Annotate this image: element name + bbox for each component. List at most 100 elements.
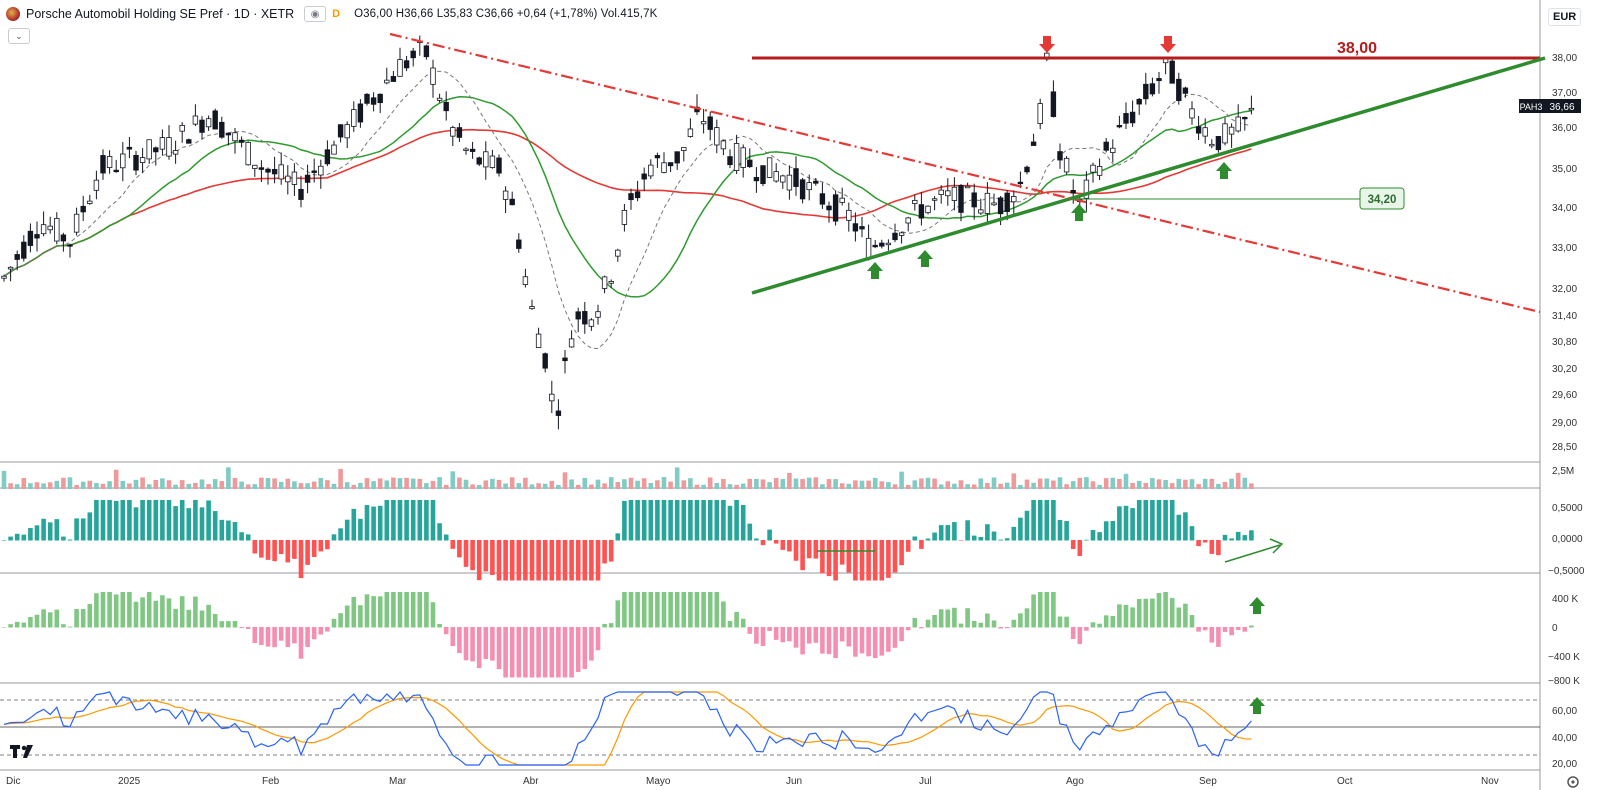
- oscillator-bar: [1136, 599, 1142, 628]
- macd-bar: [806, 540, 812, 559]
- oscillator-bar: [1, 627, 7, 628]
- candle-up: [146, 139, 152, 160]
- candle-up: [1222, 123, 1228, 144]
- macd-bar: [193, 500, 198, 541]
- macd-bar: [1110, 520, 1116, 541]
- volume-bar: [1222, 481, 1228, 489]
- macd-bar: [325, 540, 330, 550]
- candle-down: [298, 188, 304, 200]
- volume-bars: [1, 467, 1254, 489]
- candle-up: [318, 165, 324, 176]
- settings-gear-icon[interactable]: [1567, 776, 1579, 788]
- macd-bar: [34, 525, 40, 541]
- macd-bar: [886, 540, 891, 578]
- candle-up: [588, 319, 595, 327]
- macd-bar: [232, 522, 238, 541]
- volume-bar: [364, 478, 370, 489]
- macd-bar: [622, 500, 627, 541]
- volume-bar: [371, 481, 376, 489]
- candle-up: [720, 140, 727, 150]
- volume-bar: [206, 484, 211, 489]
- candle-down: [80, 205, 86, 213]
- macd-trend-arrow[interactable]: [1224, 544, 1281, 563]
- candle-up: [925, 205, 931, 214]
- oscillator-bar: [985, 613, 990, 628]
- oscillator-bar: [542, 627, 548, 678]
- macd-bar: [404, 500, 409, 541]
- volume-bar: [661, 477, 667, 489]
- macd-bar: [470, 540, 475, 571]
- volume-bar: [476, 484, 482, 489]
- macd-bar: [589, 540, 594, 581]
- volume-bar: [846, 483, 852, 489]
- candle-up: [331, 144, 337, 155]
- macd-bar: [595, 540, 601, 581]
- oscillator-bar: [179, 596, 185, 628]
- macd-bar: [833, 540, 838, 581]
- macd-bar: [1084, 539, 1089, 541]
- candle-down: [562, 357, 568, 362]
- oscillator-bar: [443, 627, 449, 635]
- volume-bar: [437, 477, 442, 489]
- macd-bar: [41, 518, 46, 541]
- red-down-arrow-icon: [1160, 36, 1176, 53]
- rsi-line[interactable]: [3, 690, 1252, 766]
- oscillator-bar: [635, 592, 640, 628]
- price-axis[interactable]: 38,00 37,00 36,00 35,00 34,00 33,00 32,0…: [1548, 53, 1585, 770]
- oscillator-bar: [285, 627, 291, 648]
- macd-bar: [721, 500, 726, 541]
- macd-bar: [298, 540, 304, 579]
- volume-bar: [61, 477, 66, 489]
- macd-bar: [344, 519, 350, 541]
- candle-down: [265, 168, 271, 173]
- volume-bar: [265, 478, 271, 489]
- macd-bar: [1057, 519, 1063, 541]
- candle-down: [390, 76, 397, 82]
- oscillator-bar: [331, 618, 337, 628]
- volume-bar: [166, 480, 172, 489]
- volume-bar: [107, 481, 112, 489]
- oscillator-bar: [905, 627, 911, 631]
- macd-bar: [1, 540, 7, 541]
- candle-down: [370, 97, 377, 105]
- oscillator-bar: [701, 592, 706, 628]
- macd-tick: −0,5000: [1548, 566, 1585, 577]
- candle-up: [450, 127, 456, 137]
- macd-bar: [879, 540, 885, 581]
- volume-bar: [298, 483, 304, 489]
- downtrend-line[interactable]: [389, 32, 1541, 314]
- macd-bar: [331, 534, 337, 541]
- volume-bar: [28, 483, 33, 489]
- volume-bar: [1044, 478, 1050, 489]
- candle-down: [496, 157, 502, 174]
- oscillator-bar: [1090, 622, 1096, 628]
- volume-bar: [615, 482, 621, 489]
- volume-bar: [688, 478, 693, 489]
- oscillator-bar: [1004, 627, 1010, 629]
- volume-bar: [278, 481, 284, 489]
- macd-bar: [767, 529, 772, 541]
- volume-bar: [991, 477, 997, 489]
- tradingview-logo-icon[interactable]: [10, 745, 33, 758]
- macd-bar: [384, 500, 390, 541]
- oscillator-bar: [358, 605, 363, 628]
- candle-up: [733, 143, 740, 171]
- volume-bar: [21, 478, 27, 489]
- macd-bar: [932, 532, 937, 541]
- macd-bar: [800, 540, 805, 571]
- volume-bar: [1057, 477, 1063, 489]
- candle-down: [1195, 126, 1202, 134]
- candle-down: [238, 139, 245, 143]
- macd-bar: [397, 500, 403, 541]
- candle-up: [615, 249, 621, 257]
- oscillator-bar: [1189, 615, 1195, 628]
- price-tick: 38,00: [1552, 53, 1577, 64]
- rsi-signal-line[interactable]: [3, 691, 1252, 766]
- oscillator-bar: [344, 605, 350, 628]
- macd-bar: [463, 540, 469, 567]
- chart-canvas[interactable]: 38,00 34,20 PAH3 36,66 38,00 37,00 36,00…: [0, 0, 1600, 790]
- time-axis[interactable]: Dic 2025 Feb Mar Abr Mayo Jun Jul Ago Se…: [6, 776, 1499, 787]
- ma-dashed-line[interactable]: [3, 70, 1252, 350]
- macd-bar: [285, 540, 291, 563]
- candle-up: [397, 59, 403, 77]
